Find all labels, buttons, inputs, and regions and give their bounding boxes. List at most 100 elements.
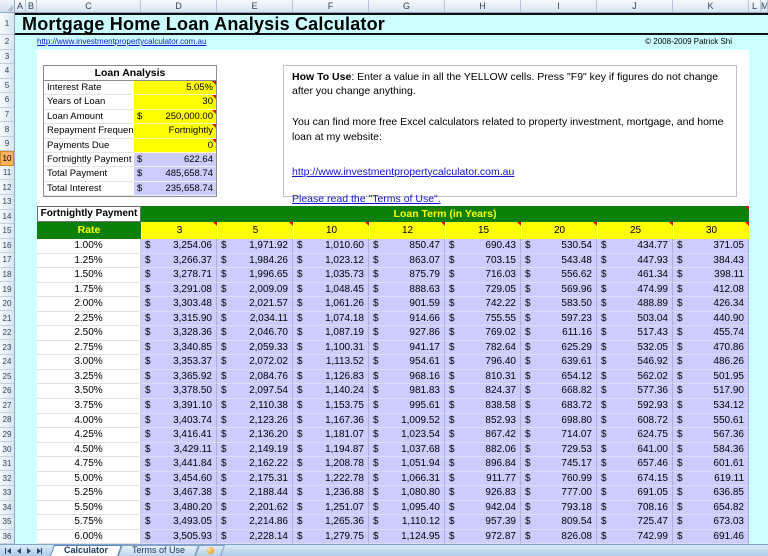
payment-cell[interactable]: $981.83	[369, 384, 445, 399]
loan-field-value[interactable]: 5.05%	[134, 81, 216, 95]
term-header-cell[interactable]: 10	[293, 222, 369, 239]
payment-cell[interactable]: $654.82	[673, 501, 749, 516]
payment-cell[interactable]: $888.63	[369, 283, 445, 298]
payment-cell[interactable]: $447.93	[597, 254, 673, 269]
payment-cell[interactable]: $1,181.07	[293, 428, 369, 443]
payment-cell[interactable]: $2,136.20	[217, 428, 293, 443]
payment-cell[interactable]: $2,201.62	[217, 501, 293, 516]
column-header-H[interactable]: H	[445, 0, 521, 12]
payment-cell[interactable]: $729.05	[445, 283, 521, 298]
payment-cell[interactable]: $1,087.19	[293, 326, 369, 341]
payment-cell[interactable]: $608.72	[597, 414, 673, 429]
loan-field-value[interactable]: $622.64	[134, 153, 216, 167]
payment-cell[interactable]: $636.85	[673, 486, 749, 501]
payment-cell[interactable]: $517.90	[673, 384, 749, 399]
payment-cell[interactable]: $1,167.36	[293, 414, 369, 429]
payment-cell[interactable]: $1,110.12	[369, 515, 445, 530]
loan-field-value[interactable]: $235,658.74	[134, 182, 216, 196]
payment-cell[interactable]: $486.26	[673, 355, 749, 370]
column-header-B[interactable]: B	[26, 0, 37, 12]
rate-cell[interactable]: 4.00%	[37, 414, 141, 429]
payment-cell[interactable]: $698.80	[521, 414, 597, 429]
rate-cell[interactable]: 5.50%	[37, 501, 141, 516]
payment-cell[interactable]: $683.72	[521, 399, 597, 414]
payment-cell[interactable]: $725.47	[597, 515, 673, 530]
payment-cell[interactable]: $742.22	[445, 297, 521, 312]
row-header-21[interactable]: 21	[0, 311, 14, 326]
payment-cell[interactable]: $3,254.06	[141, 239, 217, 254]
payment-cell[interactable]: $398.11	[673, 268, 749, 283]
loan-field-value[interactable]: $250,000.00	[134, 110, 216, 124]
payment-cell[interactable]: $1,095.40	[369, 501, 445, 516]
payment-cell[interactable]: $3,429.11	[141, 443, 217, 458]
payment-cell[interactable]: $691.46	[673, 530, 749, 544]
table-corner-label[interactable]: Fortnightly Payment	[37, 206, 141, 222]
payment-cell[interactable]: $440.90	[673, 312, 749, 327]
payment-cell[interactable]: $673.03	[673, 515, 749, 530]
payment-cell[interactable]: $691.05	[597, 486, 673, 501]
payment-cell[interactable]: $488.89	[597, 297, 673, 312]
payment-cell[interactable]: $562.02	[597, 370, 673, 385]
payment-cell[interactable]: $824.37	[445, 384, 521, 399]
row-header-19[interactable]: 19	[0, 282, 14, 297]
payment-cell[interactable]: $3,340.85	[141, 341, 217, 356]
payment-cell[interactable]: $1,208.78	[293, 457, 369, 472]
payment-cell[interactable]: $1,236.88	[293, 486, 369, 501]
payment-cell[interactable]: $470.86	[673, 341, 749, 356]
rate-cell[interactable]: 2.25%	[37, 312, 141, 327]
payment-cell[interactable]: $1,023.12	[293, 254, 369, 269]
rate-cell[interactable]: 4.75%	[37, 457, 141, 472]
payment-cell[interactable]: $745.17	[521, 457, 597, 472]
rate-column-header[interactable]: Rate	[37, 222, 141, 239]
row-header-14[interactable]: 14	[0, 210, 14, 225]
payment-cell[interactable]: $1,113.52	[293, 355, 369, 370]
row-header-4[interactable]: 4	[0, 64, 14, 79]
row-header-22[interactable]: 22	[0, 326, 14, 341]
rate-cell[interactable]: 1.25%	[37, 254, 141, 269]
payment-cell[interactable]: $1,061.26	[293, 297, 369, 312]
payment-cell[interactable]: $942.04	[445, 501, 521, 516]
payment-cell[interactable]: $972.87	[445, 530, 521, 544]
payment-cell[interactable]: $597.23	[521, 312, 597, 327]
payment-cell[interactable]: $1,194.87	[293, 443, 369, 458]
payment-cell[interactable]: $875.79	[369, 268, 445, 283]
payment-cell[interactable]: $2,175.31	[217, 472, 293, 487]
row-header-28[interactable]: 28	[0, 413, 14, 428]
term-header-cell[interactable]: 5	[217, 222, 293, 239]
payment-cell[interactable]: $583.50	[521, 297, 597, 312]
payment-cell[interactable]: $1,140.24	[293, 384, 369, 399]
payment-cell[interactable]: $729.53	[521, 443, 597, 458]
payment-cell[interactable]: $863.07	[369, 254, 445, 269]
row-header-13[interactable]: 13	[0, 195, 14, 210]
payment-cell[interactable]: $1,153.75	[293, 399, 369, 414]
column-header-J[interactable]: J	[597, 0, 673, 12]
payment-cell[interactable]: $3,378.50	[141, 384, 217, 399]
row-header-27[interactable]: 27	[0, 399, 14, 414]
payment-cell[interactable]: $782.64	[445, 341, 521, 356]
sheet-tab-calculator[interactable]: Calculator	[52, 545, 120, 556]
payment-cell[interactable]: $534.12	[673, 399, 749, 414]
rate-cell[interactable]: 2.75%	[37, 341, 141, 356]
column-header-K[interactable]: K	[673, 0, 749, 12]
payment-cell[interactable]: $1,066.31	[369, 472, 445, 487]
payment-cell[interactable]: $1,051.94	[369, 457, 445, 472]
payment-cell[interactable]: $611.16	[521, 326, 597, 341]
payment-cell[interactable]: $3,266.37	[141, 254, 217, 269]
payment-cell[interactable]: $927.86	[369, 326, 445, 341]
term-header-cell[interactable]: 25	[597, 222, 673, 239]
payment-cell[interactable]: $2,110.38	[217, 399, 293, 414]
payment-cell[interactable]: $569.96	[521, 283, 597, 298]
payment-cell[interactable]: $543.48	[521, 254, 597, 269]
payment-cell[interactable]: $3,467.38	[141, 486, 217, 501]
payment-cell[interactable]: $690.43	[445, 239, 521, 254]
payment-cell[interactable]: $550.61	[673, 414, 749, 429]
payment-cell[interactable]: $3,315.90	[141, 312, 217, 327]
rate-cell[interactable]: 4.25%	[37, 428, 141, 443]
row-header-35[interactable]: 35	[0, 515, 14, 530]
payment-cell[interactable]: $1,996.65	[217, 268, 293, 283]
payment-cell[interactable]: $503.04	[597, 312, 673, 327]
payment-cell[interactable]: $371.05	[673, 239, 749, 254]
column-header-L[interactable]: L	[749, 0, 761, 12]
payment-cell[interactable]: $882.06	[445, 443, 521, 458]
payment-cell[interactable]: $755.55	[445, 312, 521, 327]
